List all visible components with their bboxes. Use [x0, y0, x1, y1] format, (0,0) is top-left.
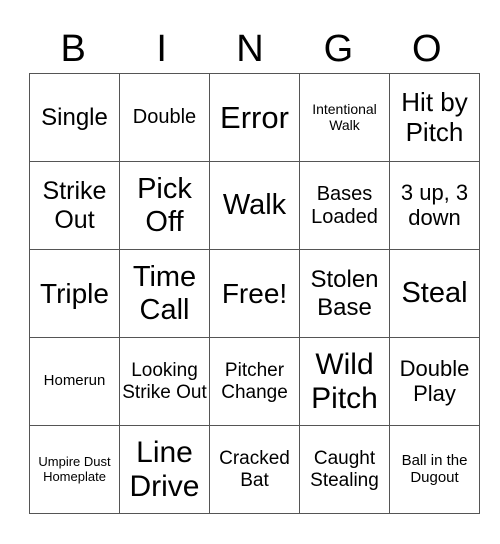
bingo-cell[interactable]: Caught Stealing [299, 425, 390, 514]
bingo-header: B I N G O [29, 26, 471, 72]
bingo-cell[interactable]: Triple [29, 249, 120, 338]
bingo-cell[interactable]: Single [29, 73, 120, 162]
header-letter-i: I [156, 28, 167, 70]
header-letter-n: N [236, 28, 264, 70]
bingo-cell[interactable]: Hit by Pitch [389, 73, 480, 162]
bingo-cell[interactable]: Intentional Walk [299, 73, 390, 162]
bingo-cell[interactable]: Stolen Base [299, 249, 390, 338]
bingo-cell[interactable]: Double Play [389, 337, 480, 426]
bingo-cell[interactable]: Double [119, 73, 210, 162]
grid-row: Umpire Dust Homeplate Line Drive Cracked B… [29, 425, 480, 514]
bingo-cell[interactable]: Pitcher Change [209, 337, 300, 426]
bingo-cell[interactable]: Bases Loaded [299, 161, 390, 250]
grid-row: Triple Time Call Free! Stolen Base Steal [29, 249, 480, 338]
bingo-cell[interactable]: Steal [389, 249, 480, 338]
bingo-cell[interactable]: Ball in the Dugout [389, 425, 480, 514]
header-letter-b: B [60, 28, 86, 70]
bingo-cell[interactable]: Strike Out [29, 161, 120, 250]
bingo-cell[interactable]: Line Drive [119, 425, 210, 514]
bingo-cell[interactable]: Looking Strike Out [119, 337, 210, 426]
bingo-cell[interactable]: Homerun [29, 337, 120, 426]
bingo-cell[interactable]: 3 up, 3 down [389, 161, 480, 250]
bingo-cell[interactable]: Wild Pitch [299, 337, 390, 426]
bingo-cell[interactable]: Umpire Dust Homeplate [29, 425, 120, 514]
bingo-cell[interactable]: Walk [209, 161, 300, 250]
bingo-cell[interactable]: Pick Off [119, 161, 210, 250]
bingo-grid: Single Double Error Intentional Walk Hit by … [29, 73, 480, 514]
grid-row: Single Double Error Intentional Walk Hit by … [29, 73, 480, 162]
bingo-cell[interactable]: Cracked Bat [209, 425, 300, 514]
grid-row: Strike Out Pick Off Walk Bases Loaded 3 up, … [29, 161, 480, 250]
bingo-cell[interactable]: Free! [209, 249, 300, 338]
header-letter-g: G [323, 28, 354, 70]
header-letter-o: O [412, 28, 442, 70]
bingo-cell[interactable]: Time Call [119, 249, 210, 338]
bingo-cell[interactable]: Error [209, 73, 300, 162]
grid-row: Homerun Looking Strike Out Pitcher Change W… [29, 337, 480, 426]
